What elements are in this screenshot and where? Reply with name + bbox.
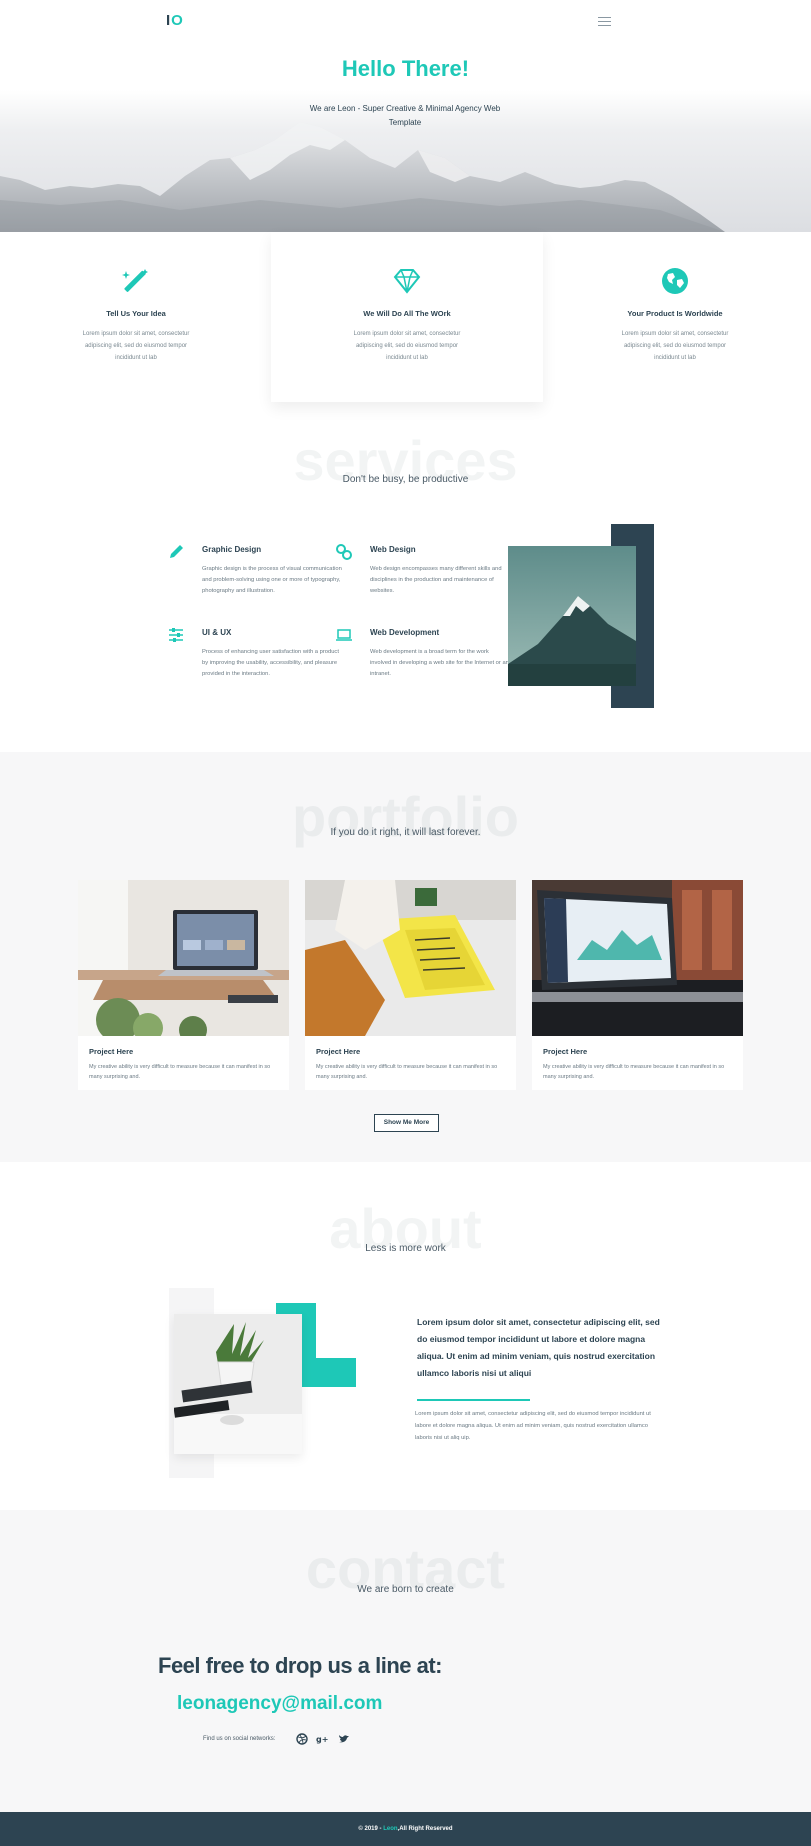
contact-cta: Feel free to drop us a line at: — [158, 1653, 443, 1678]
about-lead-text: Lorem ipsum dolor sit amet, consectetur … — [417, 1317, 660, 1378]
feature-item: We Will Do All The WOrk Lorem ipsum dolo… — [343, 266, 471, 364]
project-image — [78, 880, 289, 1036]
laptop-icon — [336, 629, 352, 641]
portfolio-card[interactable]: Project Here My creative ability is very… — [532, 880, 743, 1090]
magic-wand-icon — [122, 269, 148, 292]
feature-item: Your Product Is Worldwide Lorem ipsum do… — [611, 266, 739, 364]
contact-email-link[interactable]: leonagency@mail.com — [177, 1693, 382, 1715]
services-image — [508, 546, 636, 686]
portfolio-ghost-title: portfolio — [291, 785, 520, 848]
project-image — [532, 880, 743, 1036]
pencil-icon — [170, 545, 183, 558]
site-logo[interactable]: IO — [166, 12, 184, 29]
service-item: UI & UX Process of enhancing user satisf… — [169, 628, 342, 680]
hero-title: Hello There! — [341, 56, 470, 81]
hamburger-menu-icon[interactable] — [598, 17, 611, 27]
portfolio-tagline: If you do it right, it will last forever… — [330, 827, 481, 838]
dribbble-icon[interactable] — [296, 1733, 308, 1745]
hero-subtitle: We are Leon - Super Creative & Minimal A… — [309, 104, 501, 127]
about-image — [174, 1314, 302, 1454]
sliders-icon — [169, 628, 183, 642]
mountain-photo — [508, 546, 636, 686]
diamond-icon — [393, 269, 421, 294]
feature-item: Tell Us Your Idea Lorem ipsum dolor sit … — [72, 266, 200, 364]
project-image — [305, 880, 516, 1036]
twitter-icon[interactable] — [338, 1733, 350, 1745]
portfolio-card[interactable]: Project Here My creative ability is very… — [78, 880, 289, 1090]
about-divider — [417, 1399, 530, 1401]
about-tagline: Less is more work — [365, 1243, 446, 1254]
social-label: Find us on social networks: — [203, 1736, 276, 1742]
svg-text:g+: g+ — [316, 1735, 328, 1744]
portfolio-card[interactable]: Project Here My creative ability is very… — [305, 880, 516, 1090]
footer-brand-link[interactable]: Leon — [383, 1826, 397, 1832]
site-footer: © 2019 - Leon,All Right Reserved — [0, 1812, 811, 1846]
plant-photo — [174, 1314, 302, 1454]
about-body-text: Lorem ipsum dolor sit amet, consectetur … — [415, 1411, 651, 1441]
show-more-button[interactable]: Show Me More — [374, 1114, 439, 1132]
service-item: Graphic Design Graphic design is the pro… — [170, 545, 342, 597]
globe-icon — [662, 268, 688, 294]
service-item: Web Development Web development is a bro… — [336, 628, 510, 680]
services-tagline: Don't be busy, be productive — [342, 474, 469, 485]
link-icon — [336, 544, 352, 560]
google-plus-icon[interactable]: g+ — [316, 1733, 328, 1745]
contact-tagline: We are born to create — [357, 1584, 454, 1595]
service-item: Web Design Web design encompasses many d… — [336, 544, 510, 597]
